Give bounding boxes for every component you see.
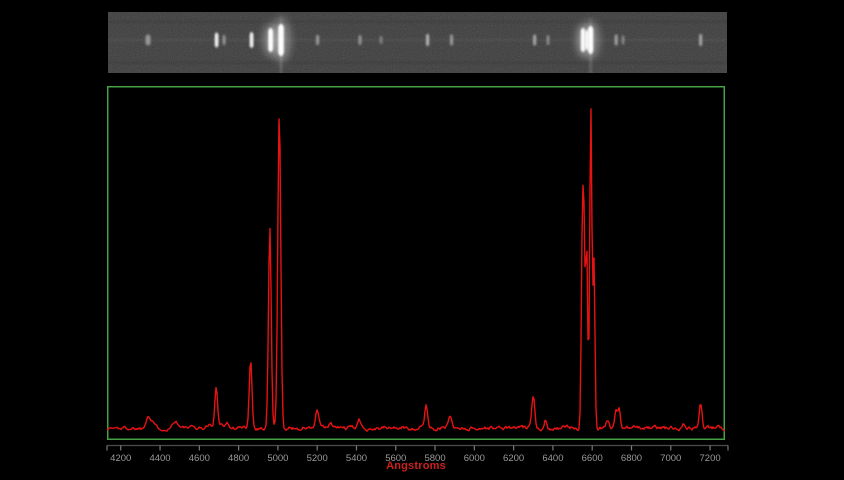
- spectrum-plot: [107, 86, 725, 440]
- plot-border: [108, 87, 725, 440]
- strip-dark-band: [108, 62, 727, 64]
- x-axis-title: Angstroms: [107, 460, 725, 472]
- spectrum-2d-image-strip: [108, 12, 727, 73]
- spectrum-plot-box: [107, 86, 725, 440]
- strip-spot-bleed-streak: [589, 19, 591, 29]
- strip-trace-line: [108, 39, 727, 41]
- strip-dark-band: [108, 21, 727, 23]
- spectrum-trace-line: [107, 109, 725, 431]
- spectrum-viewer-screen: 4200440046004800500052005400560058006000…: [0, 0, 844, 480]
- spectrum-2d-image: [108, 12, 727, 73]
